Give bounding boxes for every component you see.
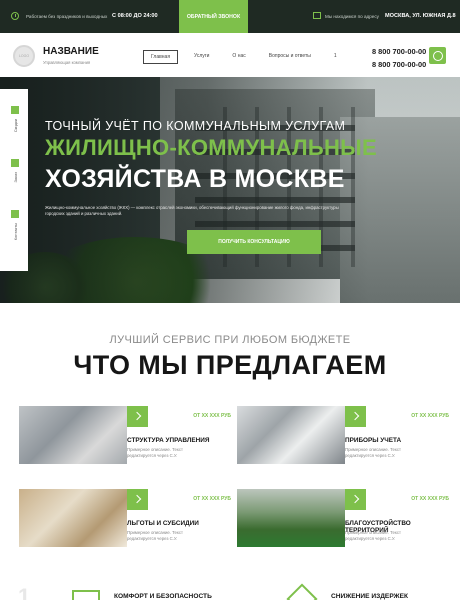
side-item-contacts[interactable]: Контакты	[10, 210, 20, 240]
service-card[interactable]: ОТ XX XXX РУБ СТРУКТУРА УПРАВЛЕНИЯ Приме…	[19, 406, 231, 464]
working-hours-time: С 08:00 ДО 24:00	[112, 13, 158, 19]
map-icon	[313, 12, 321, 19]
hero-subtitle: ТОЧНЫЙ УЧЁТ ПО КОММУНАЛЬНЫМ УСЛУГАМ	[45, 119, 346, 133]
service-description: Примерное описание. Текст редактируется …	[127, 447, 183, 458]
service-description: Примерное описание. Текст редактируется …	[345, 447, 401, 458]
hero-title-line2: ХОЗЯЙСТВА В МОСКВЕ	[45, 165, 345, 193]
side-widget: Скидки Заказ Контакты	[0, 89, 28, 271]
services-subtitle: ЛУЧШИЙ СЕРВИС ПРИ ЛЮБОМ БЮДЖЕТЕ	[109, 334, 351, 346]
arrow-right-icon[interactable]	[345, 489, 366, 510]
service-photo-meters	[237, 406, 345, 464]
service-price: ОТ XX XXX РУБ	[193, 413, 231, 419]
service-price: ОТ XX XXX РУБ	[411, 413, 449, 419]
address-text: МОСКВА, УЛ. ЮЖНАЯ Д.8	[385, 13, 456, 19]
side-label-discounts: Скидки	[12, 119, 18, 133]
brand-name[interactable]: НАЗВАНИЕ	[43, 46, 99, 57]
consultation-button[interactable]: ПОЛУЧИТЬ КОНСУЛЬТАЦИЮ	[187, 230, 321, 254]
arrow-right-icon[interactable]	[345, 406, 366, 427]
service-title[interactable]: ЛЬГОТЫ И СУБСИДИИ	[127, 520, 199, 527]
nav-item-about[interactable]: О нас	[225, 50, 252, 64]
hero-banner: ТОЧНЫЙ УЧЁТ ПО КОММУНАЛЬНЫМ УСЛУГАМ ЖИЛИ…	[0, 77, 460, 303]
side-item-discounts[interactable]: Скидки	[10, 106, 20, 132]
services-title: ЧТО МЫ ПРЕДЛАГАЕМ	[73, 350, 387, 380]
top-bar: Работаем без праздников и выходных С 08:…	[0, 0, 460, 33]
nav-item-services[interactable]: Услуги	[187, 50, 216, 64]
nav-item-more[interactable]: 1	[327, 50, 344, 64]
service-title[interactable]: СТРУКТУРА УПРАВЛЕНИЯ	[127, 437, 209, 444]
diamond-icon	[286, 583, 318, 600]
service-card[interactable]: ОТ XX XXX РУБ ПРИБОРЫ УЧЕТА Примерное оп…	[237, 406, 449, 464]
logo[interactable]: LOGO	[13, 45, 35, 67]
service-photo-subsidies	[19, 489, 127, 547]
nav-item-faq[interactable]: Вопросы и ответы	[262, 50, 318, 64]
side-item-order[interactable]: Заказ	[10, 159, 20, 183]
feature-title-comfort: КОМФОРТ И БЕЗОПАСНОСТЬ	[114, 593, 212, 600]
clock-icon	[11, 12, 19, 20]
percent-icon	[11, 106, 19, 114]
service-price: ОТ XX XXX РУБ	[193, 496, 231, 502]
phone-2[interactable]: 8 800 700-00-00	[372, 58, 426, 71]
service-description: Примерное описание. Текст редактируется …	[127, 530, 183, 541]
side-label-order: Заказ	[12, 172, 18, 183]
nav-item-home[interactable]: Главная	[143, 50, 179, 64]
hero-title-line1: ЖИЛИЩНО-КОММУНАЛЬНЫЕ	[45, 135, 377, 160]
arrow-right-icon[interactable]	[127, 406, 148, 427]
working-hours-label: Работаем без праздников и выходных	[26, 14, 108, 19]
service-card[interactable]: ОТ XX XXX РУБ ЛЬГОТЫ И СУБСИДИИ Примерно…	[19, 489, 231, 547]
service-card[interactable]: ОТ XX XXX РУБ БЛАГОУСТРОЙСТВО ТЕРРИТОРИЙ…	[237, 489, 449, 547]
logo-text: LOGO	[18, 54, 30, 58]
service-price: ОТ XX XXX РУБ	[411, 496, 449, 502]
service-title[interactable]: ПРИБОРЫ УЧЕТА	[345, 437, 401, 444]
main-nav: Главная Услуги О нас Вопросы и ответы 1	[143, 50, 353, 64]
cart-icon	[11, 159, 19, 167]
service-description: Примерное описание. Текст редактируется …	[345, 530, 401, 541]
header: LOGO НАЗВАНИЕ Управляющая компания Главн…	[0, 33, 460, 77]
feature-number: 1	[18, 584, 31, 600]
phones: 8 800 700-00-00 8 800 700-00-00	[372, 45, 426, 71]
callback-button[interactable]: ОБРАТНЫЙ ЗВОНОК	[179, 0, 248, 33]
hero-description: Жилищно-коммунальное хозяйство (ЖКХ) — к…	[45, 205, 339, 216]
brand-subtitle: Управляющая компания	[43, 60, 91, 65]
phone-1[interactable]: 8 800 700-00-00	[372, 45, 426, 58]
service-photo-landscaping	[237, 489, 345, 547]
whatsapp-icon[interactable]	[429, 47, 446, 64]
address-label: Мы находимся по адресу	[325, 14, 379, 19]
arrow-right-icon[interactable]	[127, 489, 148, 510]
service-photo-management	[19, 406, 127, 464]
buildings-icon	[72, 590, 100, 600]
phone-icon	[11, 210, 19, 218]
side-label-contacts: Контакты	[12, 223, 18, 241]
feature-title-costs: СНИЖЕНИЕ ИЗДЕРЖЕК	[331, 593, 409, 600]
